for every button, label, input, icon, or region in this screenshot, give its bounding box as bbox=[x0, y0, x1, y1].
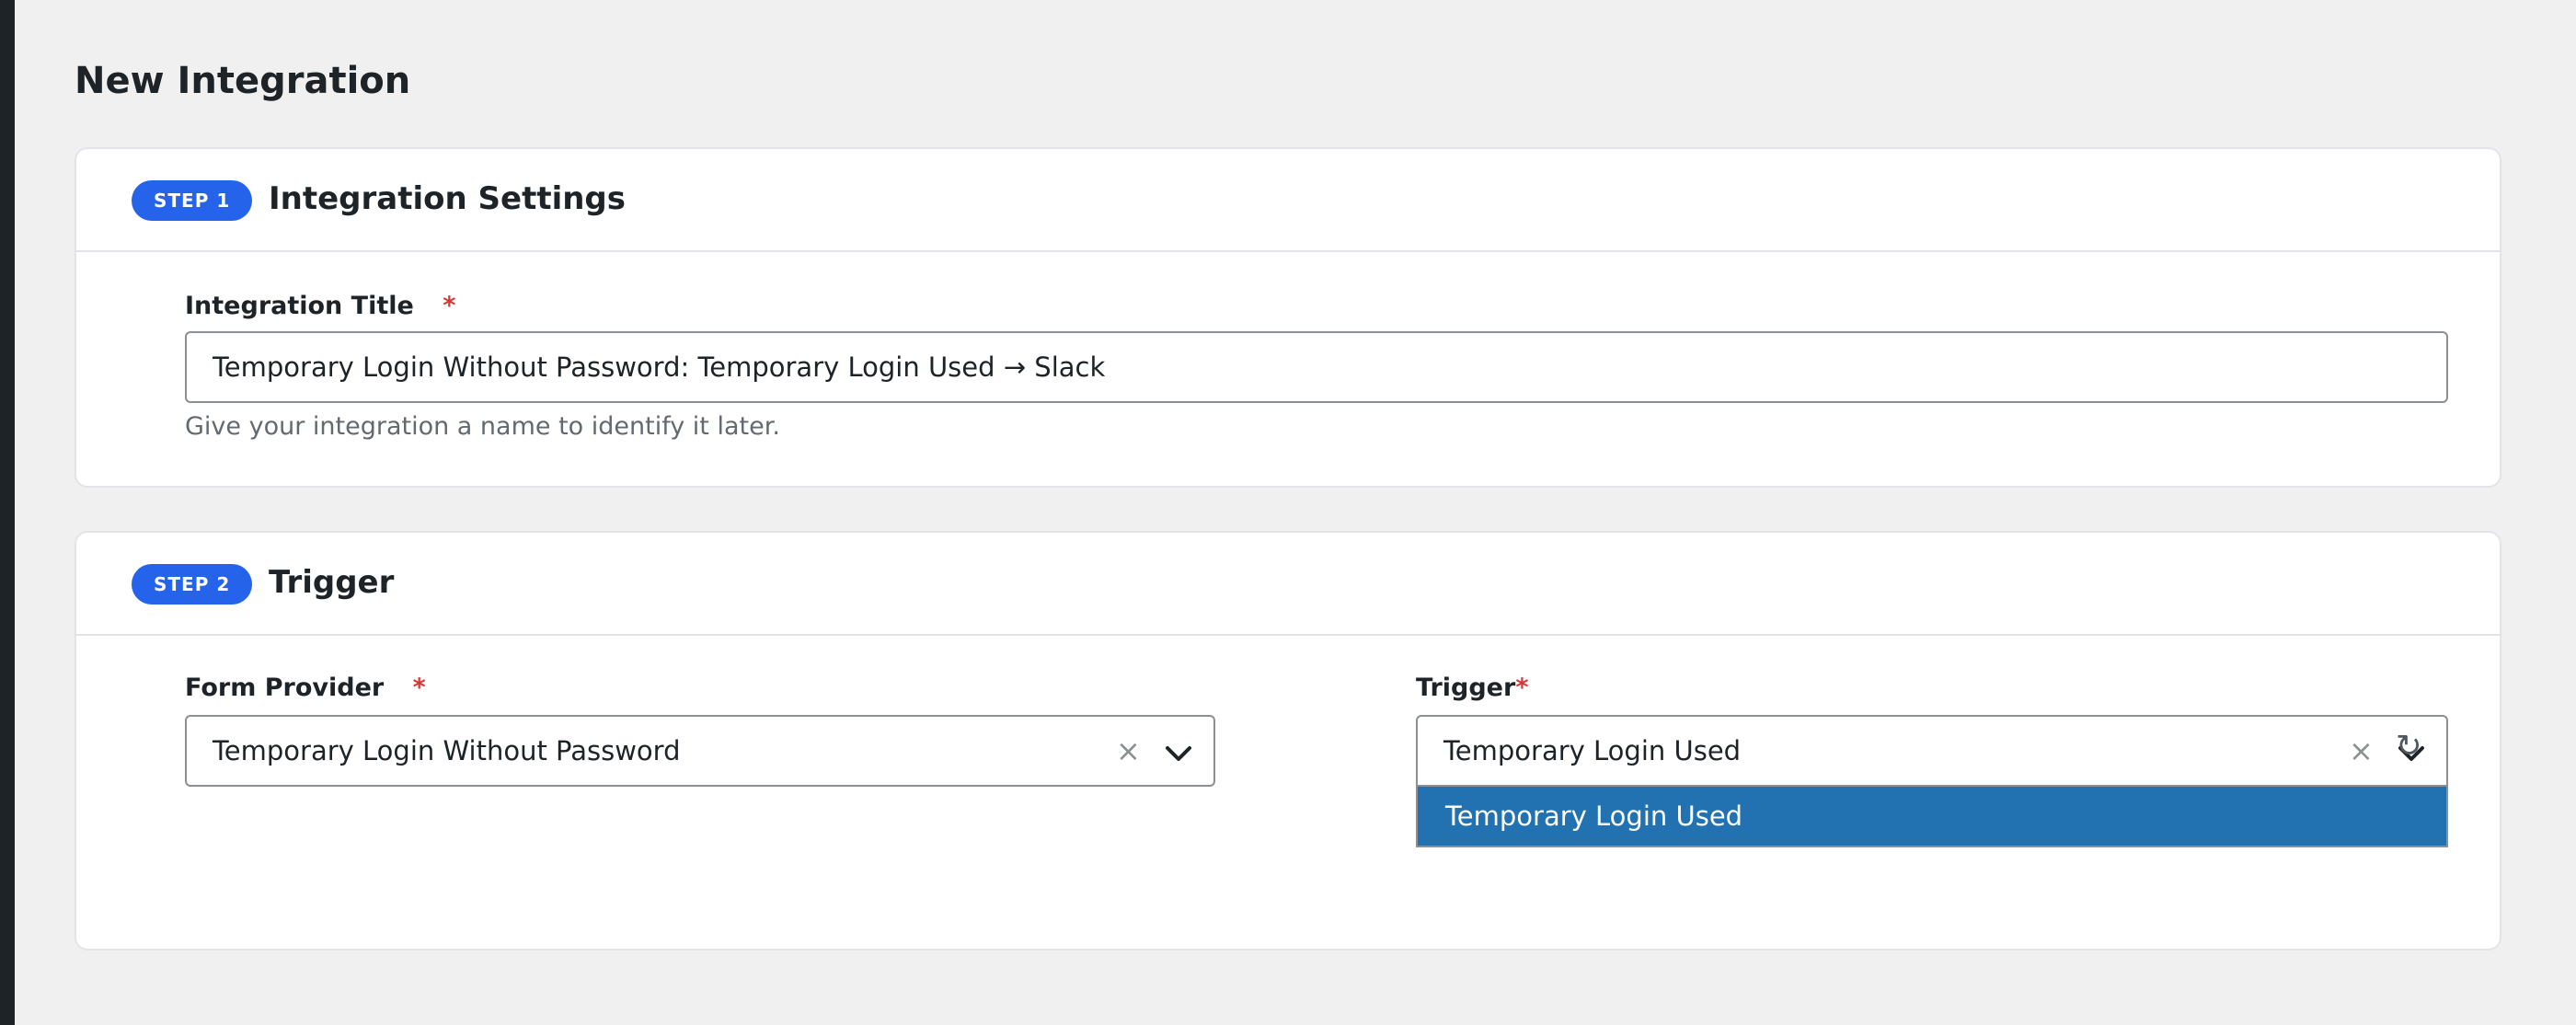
form-provider-select[interactable]: Temporary Login Without Password × bbox=[185, 715, 1215, 787]
chevron-down-icon[interactable] bbox=[1160, 737, 1197, 768]
integration-title-help: Give your integration a name to identify… bbox=[185, 412, 780, 441]
card-header: STEP 2 Trigger bbox=[76, 533, 2500, 636]
trigger-select[interactable]: Temporary Login Used × bbox=[1416, 715, 2448, 787]
required-marker: * bbox=[412, 674, 426, 702]
admin-sidebar-edge bbox=[0, 0, 15, 1025]
card-header: STEP 1 Integration Settings bbox=[76, 149, 2500, 252]
form-provider-selected-value: Temporary Login Without Password bbox=[213, 735, 681, 766]
page-title: New Integration bbox=[75, 60, 411, 102]
card-title: Trigger bbox=[269, 564, 395, 601]
field-label-text: Trigger bbox=[1416, 674, 1516, 702]
trigger-card: STEP 2 Trigger Form Provider * Temporary… bbox=[75, 531, 2501, 950]
integration-title-label: Integration Title * bbox=[185, 289, 455, 324]
card-title: Integration Settings bbox=[269, 180, 627, 217]
refresh-icon[interactable]: ↻ bbox=[2396, 727, 2422, 766]
required-marker: * bbox=[1515, 674, 1529, 702]
field-label-text: Form Provider bbox=[185, 674, 385, 702]
trigger-option[interactable]: Temporary Login Used bbox=[1418, 787, 2446, 846]
trigger-dropdown-list: Temporary Login Used bbox=[1416, 787, 2448, 847]
required-marker: * bbox=[443, 292, 456, 320]
integration-settings-card: STEP 1 Integration Settings Integration … bbox=[75, 147, 2501, 488]
step-badge: STEP 1 bbox=[132, 180, 253, 221]
form-provider-label: Form Provider * bbox=[185, 671, 426, 706]
trigger-label: Trigger* bbox=[1416, 671, 1528, 706]
integration-title-input[interactable] bbox=[185, 331, 2448, 403]
step-badge: STEP 2 bbox=[132, 564, 253, 605]
close-icon[interactable]: × bbox=[2349, 717, 2374, 785]
close-icon[interactable]: × bbox=[1116, 717, 1141, 785]
field-label-text: Integration Title bbox=[185, 292, 414, 320]
trigger-selected-value: Temporary Login Used bbox=[1443, 735, 1742, 766]
